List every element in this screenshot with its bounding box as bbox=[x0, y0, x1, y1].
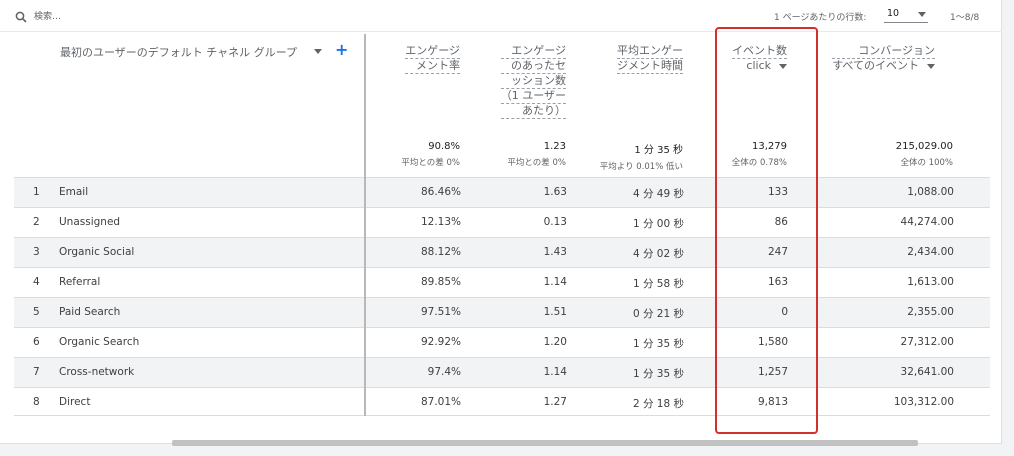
total-avg-engagement-time: 1 分 35 秒 平均より 0.01% 低い bbox=[599, 145, 683, 172]
cell-avg-engagement-time: 1 分 35 秒 bbox=[632, 338, 684, 350]
rank: 7 bbox=[33, 366, 40, 378]
cell-conversions: 103,312.00 bbox=[893, 396, 954, 408]
cell-engagement-rate: 97.51% bbox=[420, 306, 461, 318]
rank: 4 bbox=[33, 276, 40, 288]
report-card: 1 ページあたりの行数: 10 1〜8/8 最初のユーザーのデフォルト チャネル… bbox=[0, 0, 1002, 444]
chevron-down-icon bbox=[779, 63, 787, 69]
cell-engagement-rate: 89.85% bbox=[420, 276, 461, 288]
channel-name: Direct bbox=[59, 396, 91, 408]
table-bottom-border bbox=[14, 415, 990, 416]
cell-engagement-rate: 92.92% bbox=[420, 336, 461, 348]
cell-engaged-sessions: 1.20 bbox=[543, 336, 567, 348]
table-row[interactable]: 5 Paid Search 97.51% 1.51 0 分 21 秒 0 2,355.00 bbox=[14, 297, 990, 327]
chevron-down-icon bbox=[927, 63, 935, 69]
cell-avg-engagement-time: 1 分 35 秒 bbox=[632, 368, 684, 380]
column-divider[interactable] bbox=[364, 34, 366, 416]
cell-conversions: 27,312.00 bbox=[900, 336, 954, 348]
cell-event-count: 0 bbox=[781, 306, 788, 318]
cell-event-count: 86 bbox=[774, 216, 788, 228]
add-dimension-icon[interactable]: + bbox=[335, 41, 348, 59]
table-row[interactable]: 4 Referral 89.85% 1.14 1 分 58 秒 163 1,613.00 bbox=[14, 267, 990, 297]
cell-engaged-sessions: 1.43 bbox=[543, 246, 567, 258]
cell-engagement-rate: 97.4% bbox=[427, 366, 461, 378]
cell-avg-engagement-time: 4 分 02 秒 bbox=[632, 248, 684, 260]
total-event-count: 13,279 全体の 0.78% bbox=[731, 141, 787, 168]
cell-avg-engagement-time: 0 分 21 秒 bbox=[632, 308, 684, 320]
table-row[interactable]: 8 Direct 87.01% 1.27 2 分 18 秒 9,813 103,312.00 bbox=[14, 387, 990, 417]
cell-avg-engagement-time: 4 分 49 秒 bbox=[632, 188, 684, 200]
search-icon bbox=[15, 11, 27, 23]
rank: 3 bbox=[33, 246, 40, 258]
table-row[interactable]: 7 Cross-network 97.4% 1.14 1 分 35 秒 1,257 32,6… bbox=[14, 357, 990, 387]
channel-name: Unassigned bbox=[59, 216, 121, 228]
rank: 2 bbox=[33, 216, 40, 228]
header-engagement-rate[interactable]: エンゲージ メント率 bbox=[405, 44, 460, 74]
channel-name: Paid Search bbox=[59, 306, 121, 318]
search-input[interactable] bbox=[34, 8, 234, 26]
cell-event-count: 247 bbox=[767, 246, 788, 258]
total-conversions: 215,029.00 全体の 100% bbox=[895, 141, 953, 168]
rank: 8 bbox=[33, 396, 40, 408]
rows-per-page-select[interactable]: 10 bbox=[884, 6, 928, 23]
cell-avg-engagement-time: 1 分 00 秒 bbox=[632, 218, 684, 230]
header-event-count[interactable]: イベント数 click bbox=[732, 44, 787, 73]
cell-engagement-rate: 87.01% bbox=[420, 396, 461, 408]
table-row[interactable]: 2 Unassigned 12.13% 0.13 1 分 00 秒 86 44,274.00 bbox=[14, 207, 990, 237]
cell-conversions: 32,641.00 bbox=[900, 366, 954, 378]
table-row[interactable]: 1 Email 86.46% 1.63 4 分 49 秒 133 1,088.00 bbox=[14, 177, 990, 207]
cell-conversions: 2,434.00 bbox=[907, 246, 954, 258]
cell-engaged-sessions: 1.27 bbox=[543, 396, 567, 408]
total-engaged-sessions: 1.23 平均との差 0% bbox=[507, 141, 566, 168]
cell-event-count: 133 bbox=[767, 186, 788, 198]
header-conversions[interactable]: コンバージョン すべてのイベント bbox=[832, 44, 935, 73]
event-filter[interactable]: click bbox=[732, 59, 787, 73]
table-row[interactable]: 3 Organic Social 88.12% 1.43 4 分 02 秒 247 2,43… bbox=[14, 237, 990, 267]
rows-per-page-label: 1 ページあたりの行数: bbox=[774, 13, 867, 23]
cell-engagement-rate: 88.12% bbox=[420, 246, 461, 258]
cell-conversions: 1,613.00 bbox=[907, 276, 954, 288]
rank: 6 bbox=[33, 336, 40, 348]
header-avg-engagement-time[interactable]: 平均エンゲー ジメント時間 bbox=[617, 44, 683, 74]
chevron-down-icon[interactable] bbox=[314, 49, 322, 54]
table-toolbar: 1 ページあたりの行数: 10 1〜8/8 bbox=[0, 0, 1002, 32]
pagination-range: 1〜8/8 bbox=[950, 13, 980, 23]
cell-engagement-rate: 86.46% bbox=[420, 186, 461, 198]
cell-event-count: 163 bbox=[767, 276, 788, 288]
horizontal-scrollbar[interactable] bbox=[172, 440, 918, 446]
cell-engaged-sessions: 1.14 bbox=[543, 366, 567, 378]
channel-name: Organic Search bbox=[59, 336, 140, 348]
cell-engaged-sessions: 0.13 bbox=[543, 216, 567, 228]
table-row[interactable]: 6 Organic Search 92.92% 1.20 1 分 35 秒 1,580 27… bbox=[14, 327, 990, 357]
cell-engagement-rate: 12.13% bbox=[420, 216, 461, 228]
cell-engaged-sessions: 1.51 bbox=[543, 306, 567, 318]
cell-engaged-sessions: 1.14 bbox=[543, 276, 567, 288]
rank: 5 bbox=[33, 306, 40, 318]
header-engaged-sessions[interactable]: エンゲージ のあったセ ッション数 （1 ユーザー あたり） bbox=[500, 44, 566, 119]
rows-per-page-value: 10 bbox=[887, 8, 900, 19]
chevron-down-icon bbox=[918, 12, 926, 17]
cell-event-count: 1,580 bbox=[757, 336, 788, 348]
cell-avg-engagement-time: 2 分 18 秒 bbox=[632, 398, 684, 410]
cell-conversions: 44,274.00 bbox=[900, 216, 954, 228]
cell-event-count: 9,813 bbox=[757, 396, 788, 408]
cell-event-count: 1,257 bbox=[757, 366, 788, 378]
cell-conversions: 1,088.00 bbox=[907, 186, 954, 198]
cell-conversions: 2,355.00 bbox=[907, 306, 954, 318]
channel-name: Referral bbox=[59, 276, 101, 288]
total-engagement-rate: 90.8% 平均との差 0% bbox=[401, 141, 460, 168]
channel-name: Cross-network bbox=[59, 366, 135, 378]
conversion-filter[interactable]: すべてのイベント bbox=[832, 59, 935, 73]
cell-avg-engagement-time: 1 分 58 秒 bbox=[632, 278, 684, 290]
dimension-header[interactable]: 最初のユーザーのデフォルト チャネル グループ bbox=[60, 44, 297, 60]
channel-name: Organic Social bbox=[59, 246, 135, 258]
cell-engaged-sessions: 1.63 bbox=[543, 186, 567, 198]
channel-name: Email bbox=[59, 186, 89, 198]
rank: 1 bbox=[33, 186, 40, 198]
